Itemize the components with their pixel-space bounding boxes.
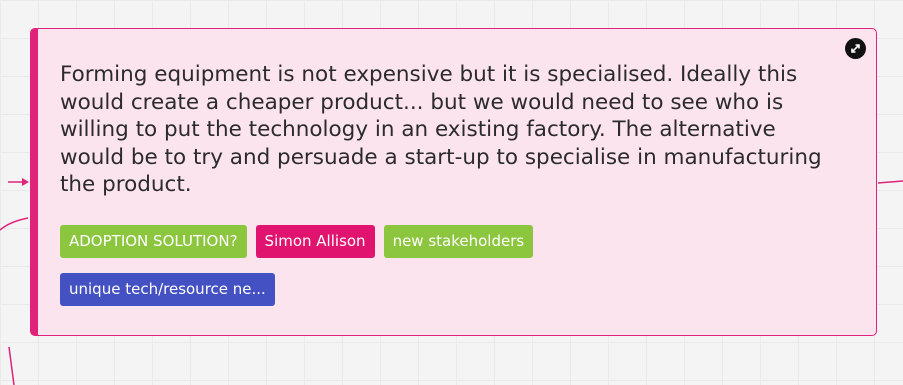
connector-curve-left xyxy=(0,217,29,231)
tag-new-stakeholders[interactable]: new stakeholders xyxy=(383,225,534,258)
expand-arrows-icon xyxy=(851,44,860,53)
tag-simon-allison[interactable]: Simon Allison xyxy=(255,225,375,258)
tag-list: ADOPTION SOLUTION? Simon Allison new sta… xyxy=(60,225,660,306)
card-text: Forming equipment is not expensive but i… xyxy=(60,62,822,197)
connector-line-bottom-left xyxy=(8,346,15,385)
expand-icon[interactable] xyxy=(845,38,866,59)
sticky-card[interactable]: Forming equipment is not expensive but i… xyxy=(30,28,877,336)
arrowhead xyxy=(22,178,29,186)
tag-adoption-solution[interactable]: ADOPTION SOLUTION? xyxy=(60,225,247,258)
connector-line-right xyxy=(877,180,903,184)
tag-unique-tech-resource[interactable]: unique tech/resource ne... xyxy=(60,273,275,306)
